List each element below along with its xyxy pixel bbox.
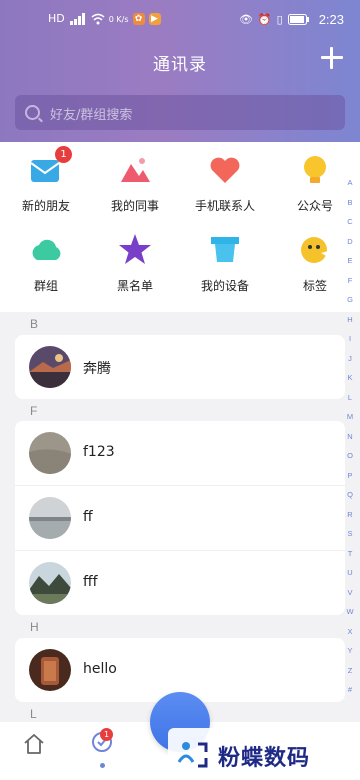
watermark: 粉蝶数码 (168, 728, 360, 780)
contact-name: fff (83, 574, 98, 590)
colleagues-label: 我的同事 (110, 199, 159, 213)
my-devices-label: 我的设备 (200, 279, 249, 293)
contact-card-b: 奔腾 (15, 335, 345, 399)
tags-label: 标签 (302, 279, 327, 293)
section-header-l: L (30, 707, 37, 721)
signal-icon (69, 13, 85, 25)
lightbulb-icon (297, 152, 333, 188)
contact-row[interactable]: 奔腾 (15, 335, 345, 399)
groups-button[interactable]: 群组 (6, 232, 86, 294)
envelope-icon: 1 (28, 146, 72, 188)
section-header-f: F (30, 404, 38, 418)
index-letter[interactable]: D (344, 237, 356, 257)
index-letter[interactable]: L (344, 393, 356, 413)
eye-icon: 👁 (238, 12, 253, 26)
status-bar: HD 0 K/s ✿ ▶ 👁 ⏰ ▯ 2:23 (0, 0, 360, 42)
index-letter[interactable]: T (344, 549, 356, 569)
header: HD 0 K/s ✿ ▶ 👁 ⏰ ▯ 2:23 通讯录 好友/群组搜索 (0, 0, 360, 142)
battery-icon (287, 14, 309, 25)
contact-name: f123 (83, 444, 115, 460)
phone-contacts-button[interactable]: 手机联系人 (185, 152, 265, 214)
alarm-icon: ⏰ (257, 12, 272, 26)
new-friends-badge: 1 (55, 146, 72, 163)
blacklist-button[interactable]: 黑名单 (95, 232, 175, 294)
add-button[interactable] (318, 44, 346, 72)
index-letter[interactable]: A (344, 178, 356, 198)
index-letter[interactable]: H (344, 315, 356, 335)
index-letter[interactable]: I (344, 334, 356, 354)
index-letter[interactable]: Z (344, 666, 356, 686)
home-icon[interactable] (22, 732, 46, 756)
index-letter[interactable]: W (344, 607, 356, 627)
contact-name: ff (83, 509, 93, 525)
index-letter[interactable]: Y (344, 646, 356, 666)
index-letter[interactable]: N (344, 432, 356, 452)
avatar (29, 562, 71, 604)
vibrate-icon: ▯ (276, 12, 283, 26)
watermark-logo-icon (177, 742, 208, 768)
index-letter[interactable]: O (344, 451, 356, 471)
phone-contacts-label: 手机联系人 (194, 199, 255, 213)
index-letter[interactable]: M (344, 412, 356, 432)
index-letter[interactable]: C (344, 217, 356, 237)
tag-icon (297, 232, 333, 268)
index-letter[interactable]: F (344, 276, 356, 296)
wifi-icon (91, 13, 105, 25)
messages-badge: 1 (100, 728, 113, 741)
new-friends-button[interactable]: 1 新的朋友 (6, 146, 86, 214)
index-letter[interactable]: U (344, 568, 356, 588)
index-letter[interactable]: G (344, 295, 356, 315)
app-notification-icon: ✿ (132, 13, 145, 25)
watermark-text: 粉蝶数码 (218, 746, 311, 771)
colleagues-button[interactable]: 我的同事 (95, 152, 175, 214)
contact-name: hello (83, 661, 117, 677)
clock: 2:23 (318, 12, 344, 27)
avatar (29, 497, 71, 539)
search-placeholder: 好友/群组搜索 (50, 108, 133, 123)
index-letter[interactable]: X (344, 627, 356, 647)
index-letter[interactable]: S (344, 529, 356, 549)
avatar (29, 649, 71, 691)
star-icon (117, 232, 153, 268)
groups-label: 群组 (33, 279, 58, 293)
blacklist-label: 黑名单 (116, 279, 153, 293)
my-devices-button[interactable]: 我的设备 (185, 232, 265, 294)
hd-indicator: HD (48, 12, 65, 25)
page-title: 通讯录 (153, 55, 207, 75)
search-icon (25, 105, 40, 120)
official-accounts-button[interactable]: 公众号 (275, 152, 355, 214)
search-input[interactable]: 好友/群组搜索 (15, 95, 345, 130)
index-letter[interactable]: # (344, 685, 356, 705)
cloud-icon (28, 232, 64, 268)
tags-button[interactable]: 标签 (275, 232, 355, 294)
avatar (29, 432, 71, 474)
index-letter[interactable]: J (344, 354, 356, 374)
device-icon (207, 232, 243, 268)
contact-card-f: f123 ff fff (15, 421, 345, 615)
contact-name: 奔腾 (83, 361, 111, 377)
index-letter[interactable]: E (344, 256, 356, 276)
heart-icon (207, 152, 243, 188)
index-letter[interactable]: P (344, 471, 356, 491)
new-friends-label: 新的朋友 (21, 199, 70, 213)
official-accounts-label: 公众号 (296, 199, 333, 213)
colleagues-icon (117, 152, 153, 188)
index-letter[interactable]: Q (344, 490, 356, 510)
index-letter[interactable]: R (344, 510, 356, 530)
contact-row[interactable]: ff (15, 485, 345, 550)
active-tab-indicator (100, 763, 105, 768)
quick-actions: 1 新的朋友 我的同事 手机联系人 公众号 群组 黑名单 我的设备 标签 (0, 142, 360, 312)
index-letter[interactable]: K (344, 373, 356, 393)
index-letter[interactable]: V (344, 588, 356, 608)
section-header-h: H (30, 620, 39, 634)
section-header-b: B (30, 317, 39, 331)
alphabet-index[interactable]: A B C D E F G H I J K L M N O P Q R S T … (344, 178, 356, 705)
video-notification-icon: ▶ (148, 13, 161, 25)
avatar (29, 346, 71, 388)
network-speed: 0 K/s (108, 14, 129, 24)
contact-row[interactable]: fff (15, 550, 345, 615)
contact-row[interactable]: f123 (15, 421, 345, 485)
index-letter[interactable]: B (344, 198, 356, 218)
